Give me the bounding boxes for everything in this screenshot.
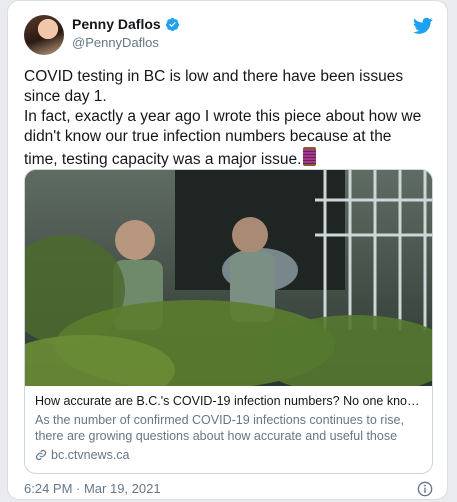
link-preview-domain-row[interactable]: bc.ctvnews.ca	[35, 448, 422, 462]
tweet-text: COVID testing in BC is low and there hav…	[24, 67, 429, 170]
author-handle[interactable]: @PennyDaflos	[72, 35, 159, 50]
link-preview-card[interactable]: How accurate are B.C.'s COVID-19 infecti…	[24, 169, 433, 474]
twitter-bird-icon[interactable]	[413, 17, 433, 35]
verified-badge-icon	[165, 17, 179, 31]
link-icon	[35, 449, 47, 461]
link-preview-image[interactable]	[25, 170, 432, 386]
avatar[interactable]	[24, 15, 64, 55]
tweet-card: Penny Daflos @PennyDaflos COVID testing …	[7, 0, 448, 500]
link-preview-description: As the number of confirmed COVID-19 infe…	[35, 413, 404, 443]
tweet-timestamp[interactable]: 6:24 PM · Mar 19, 2021	[24, 481, 161, 496]
tweet-text-line-2: In fact, exactly a year ago I wrote this…	[24, 108, 422, 168]
author-name-row[interactable]: Penny Daflos	[72, 15, 180, 33]
tweet-text-line-1: COVID testing in BC is low and there hav…	[24, 68, 404, 105]
tweet-text-paragraph-2: In fact, exactly a year ago I wrote this…	[24, 107, 429, 170]
thread-spool-emoji-icon	[303, 147, 317, 166]
info-icon[interactable]	[417, 481, 433, 497]
link-preview-title[interactable]: How accurate are B.C.'s COVID-19 infecti…	[35, 393, 422, 410]
author-display-name[interactable]: Penny Daflos	[72, 16, 161, 32]
link-preview-domain[interactable]: bc.ctvnews.ca	[51, 448, 130, 462]
link-preview-body[interactable]: How accurate are B.C.'s COVID-19 infecti…	[25, 386, 432, 462]
link-preview-photo	[25, 170, 432, 386]
